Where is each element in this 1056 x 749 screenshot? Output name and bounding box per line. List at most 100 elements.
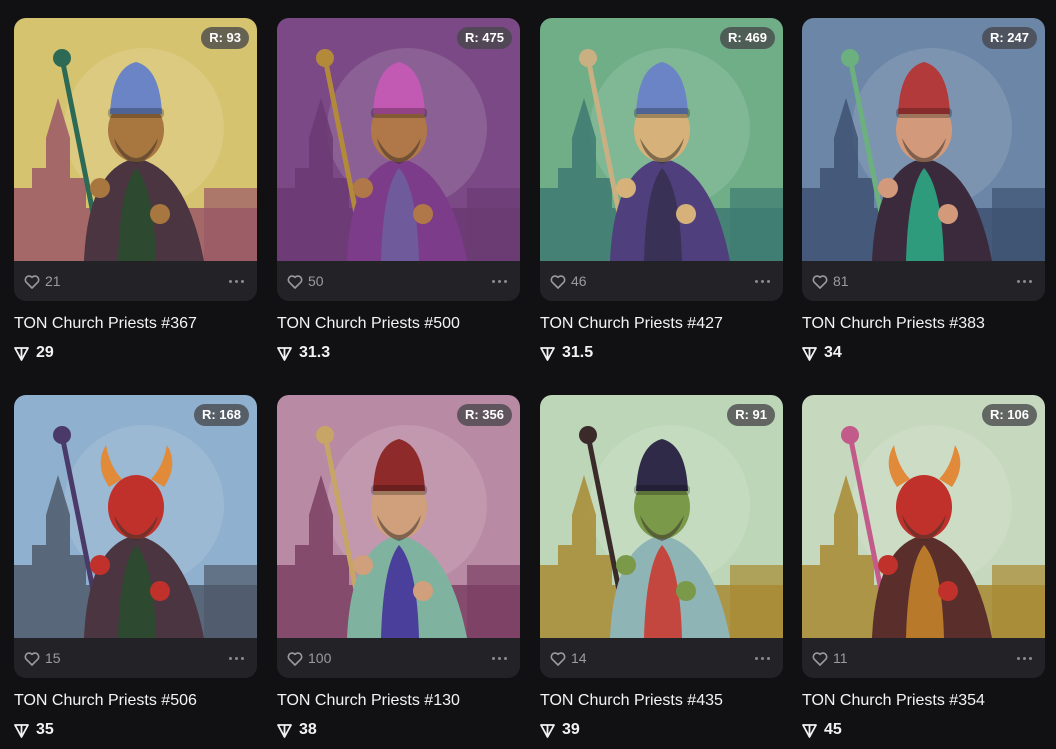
heart-icon [24, 274, 40, 289]
price: 34 [802, 344, 1045, 362]
more-icon-dot [1023, 656, 1026, 660]
more-icon [229, 279, 232, 283]
nft-card[interactable]: R: 469 46 TON Church Priests #427 31.5 [540, 18, 783, 362]
like-count: 15 [45, 650, 61, 666]
more-options-button[interactable] [489, 651, 510, 666]
nft-tile[interactable]: R: 168 15 [14, 395, 257, 678]
nft-title[interactable]: TON Church Priests #383 [802, 315, 1045, 333]
nft-tile[interactable]: R: 356 100 [277, 395, 520, 678]
like-button[interactable]: 14 [550, 650, 587, 666]
more-icon [755, 279, 758, 283]
more-icon-dot [235, 279, 238, 283]
more-icon-dot [1023, 279, 1026, 283]
like-count: 50 [308, 273, 324, 289]
nft-title[interactable]: TON Church Priests #367 [14, 315, 257, 333]
like-button[interactable]: 21 [24, 273, 61, 289]
card-actions: 14 [540, 638, 783, 678]
ton-icon [802, 723, 817, 738]
nft-image[interactable]: R: 356 [277, 395, 520, 638]
nft-card[interactable]: R: 247 81 TON Church Priests #383 34 [802, 18, 1045, 362]
like-count: 14 [571, 650, 587, 666]
more-options-button[interactable] [226, 651, 247, 666]
ton-icon [540, 346, 555, 361]
like-button[interactable]: 50 [287, 273, 324, 289]
nft-image[interactable]: R: 91 [540, 395, 783, 638]
nft-image[interactable]: R: 93 [14, 18, 257, 261]
price: 35 [14, 721, 257, 739]
nft-card[interactable]: R: 93 21 TON Church Priests #367 29 [14, 18, 257, 362]
card-actions: 11 [802, 638, 1045, 678]
nft-image[interactable]: R: 469 [540, 18, 783, 261]
nft-tile[interactable]: R: 247 81 [802, 18, 1045, 301]
more-icon-dot [504, 279, 507, 283]
more-options-button[interactable] [489, 274, 510, 289]
price-value: 34 [824, 344, 842, 361]
nft-grid: R: 93 21 TON Church Priests #367 29 R: 4… [0, 0, 1056, 749]
like-button[interactable]: 100 [287, 650, 331, 666]
like-button[interactable]: 15 [24, 650, 61, 666]
more-icon-dot [235, 656, 238, 660]
more-icon-dot [1029, 656, 1032, 660]
more-options-button[interactable] [226, 274, 247, 289]
ton-icon [14, 346, 29, 361]
nft-tile[interactable]: R: 93 21 [14, 18, 257, 301]
price-value: 39 [562, 721, 580, 738]
nft-title[interactable]: TON Church Priests #500 [277, 315, 520, 333]
ton-icon [277, 346, 292, 361]
rarity-badge: R: 93 [201, 27, 249, 49]
price-value: 29 [36, 344, 54, 361]
more-icon-dot [504, 656, 507, 660]
like-button[interactable]: 11 [812, 650, 848, 666]
more-options-button[interactable] [752, 274, 773, 289]
price-value: 45 [824, 721, 842, 738]
price: 45 [802, 721, 1045, 739]
more-icon-dot [767, 656, 770, 660]
price-value: 35 [36, 721, 54, 738]
rarity-badge: R: 168 [193, 404, 249, 426]
nft-tile[interactable]: R: 469 46 [540, 18, 783, 301]
more-icon [229, 656, 232, 660]
nft-title[interactable]: TON Church Priests #427 [540, 315, 783, 333]
more-icon-dot [761, 656, 764, 660]
nft-title[interactable]: TON Church Priests #354 [802, 692, 1045, 710]
nft-image[interactable]: R: 475 [277, 18, 520, 261]
more-icon-dot [498, 279, 501, 283]
nft-card[interactable]: R: 356 100 TON Church Priests #130 38 [277, 395, 520, 739]
card-actions: 21 [14, 261, 257, 301]
nft-card[interactable]: R: 475 50 TON Church Priests #500 31.3 [277, 18, 520, 362]
like-count: 46 [571, 273, 587, 289]
nft-image[interactable]: R: 247 [802, 18, 1045, 261]
price: 38 [277, 721, 520, 739]
card-actions: 50 [277, 261, 520, 301]
nft-tile[interactable]: R: 475 50 [277, 18, 520, 301]
nft-image[interactable]: R: 106 [802, 395, 1045, 638]
like-button[interactable]: 46 [550, 273, 587, 289]
nft-card[interactable]: R: 168 15 TON Church Priests #506 35 [14, 395, 257, 739]
like-button[interactable]: 81 [812, 273, 849, 289]
price: 39 [540, 721, 783, 739]
card-actions: 15 [14, 638, 257, 678]
heart-icon [287, 651, 303, 666]
ton-icon [277, 723, 292, 738]
price: 31.3 [277, 344, 520, 362]
heart-icon [812, 651, 828, 666]
like-count: 11 [833, 650, 848, 666]
nft-tile[interactable]: R: 106 11 [802, 395, 1045, 678]
more-icon-dot [241, 656, 244, 660]
card-actions: 46 [540, 261, 783, 301]
heart-icon [812, 274, 828, 289]
more-options-button[interactable] [1014, 274, 1035, 289]
nft-card[interactable]: R: 91 14 TON Church Priests #435 39 [540, 395, 783, 739]
like-count: 81 [833, 273, 849, 289]
more-options-button[interactable] [1014, 651, 1035, 666]
nft-title[interactable]: TON Church Priests #130 [277, 692, 520, 710]
nft-title[interactable]: TON Church Priests #435 [540, 692, 783, 710]
nft-title[interactable]: TON Church Priests #506 [14, 692, 257, 710]
ton-icon [540, 723, 555, 738]
nft-card[interactable]: R: 106 11 TON Church Priests #354 45 [802, 395, 1045, 739]
more-options-button[interactable] [752, 651, 773, 666]
nft-tile[interactable]: R: 91 14 [540, 395, 783, 678]
nft-image[interactable]: R: 168 [14, 395, 257, 638]
heart-icon [550, 651, 566, 666]
rarity-badge: R: 469 [719, 27, 775, 49]
